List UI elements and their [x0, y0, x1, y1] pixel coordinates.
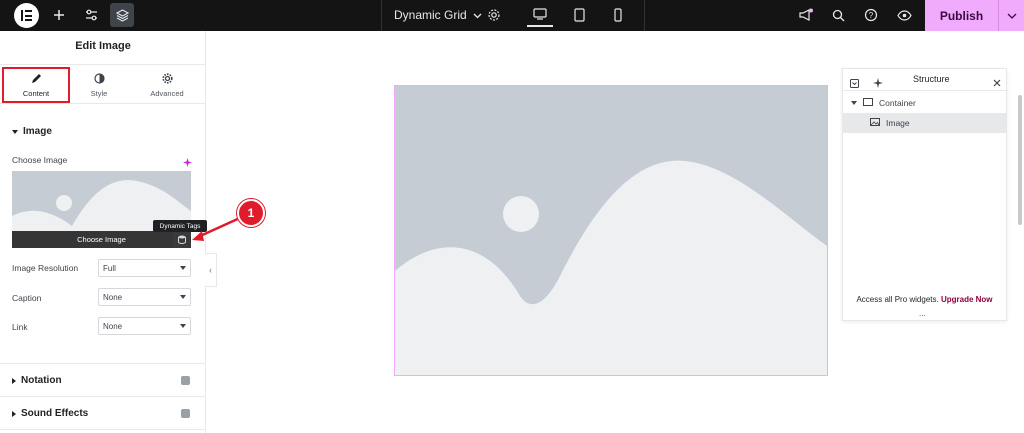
tablet-icon[interactable] — [566, 3, 592, 27]
tab-style[interactable]: Style — [65, 67, 133, 103]
tab-content-label: Content — [22, 88, 50, 98]
ai-sparkle-icon[interactable] — [183, 154, 192, 172]
settings-sliders-icon[interactable] — [79, 3, 103, 27]
section-notation-toggle[interactable]: Notation — [12, 375, 62, 386]
section-image-toggle[interactable]: Image — [12, 126, 52, 137]
divider — [0, 429, 206, 430]
publish-label: Publish — [939, 8, 984, 23]
mobile-icon[interactable] — [605, 3, 631, 27]
field-label: Image Resolution — [12, 263, 79, 273]
choose-image-button[interactable]: Choose Image — [12, 231, 191, 248]
dynamic-tags-icon — [181, 376, 190, 385]
caret-right-icon — [12, 410, 16, 417]
structure-footer: Access all Pro widgets. Upgrade Now — [843, 295, 1006, 304]
announcement-icon[interactable] — [793, 3, 817, 27]
document-bar: Dynamic Grid — [381, 0, 645, 31]
tab-advanced[interactable]: Advanced — [133, 67, 201, 103]
image-preview[interactable]: Choose Image — [12, 171, 191, 248]
contrast-icon — [93, 72, 105, 86]
svg-text:?: ? — [869, 11, 874, 20]
structure-title: Structure — [913, 74, 950, 84]
caption-select[interactable]: None — [98, 288, 191, 306]
more-handle[interactable]: ... — [919, 309, 926, 318]
section-image-title: Image — [23, 126, 52, 137]
chevron-left-icon: ‹ — [209, 265, 212, 275]
canvas-image-widget[interactable] — [394, 85, 828, 376]
preview-eye-icon[interactable] — [892, 3, 916, 27]
pencil-icon — [31, 73, 42, 86]
caret-right-icon — [12, 377, 16, 384]
dynamic-tags-button[interactable] — [173, 231, 191, 248]
publish-button[interactable]: Publish — [925, 0, 998, 31]
publish-options-button[interactable] — [998, 0, 1024, 31]
select-value: None — [103, 321, 123, 331]
section-sound-effects-toggle[interactable]: Sound Effects — [12, 408, 88, 419]
section-notation-title: Notation — [21, 375, 62, 386]
gear-icon — [161, 72, 173, 86]
choose-image-button-label: Choose Image — [77, 235, 126, 244]
field-label: Link — [12, 322, 28, 332]
elementor-logo-icon[interactable] — [14, 3, 39, 28]
top-bar: Dynamic Grid ? Publish — [0, 0, 1024, 31]
structure-item-container[interactable]: Container — [843, 93, 1006, 113]
structure-panel: Structure Container Image Access all Pro… — [842, 68, 1008, 321]
structure-item-label: Image — [886, 118, 910, 128]
footer-text: Access all Pro widgets. — [856, 295, 941, 304]
upgrade-now-link[interactable]: Upgrade Now — [941, 295, 993, 304]
caret-down-icon — [180, 266, 186, 270]
choose-image-label: Choose Image — [12, 155, 68, 165]
collapse-all-icon[interactable] — [850, 75, 859, 93]
select-value: None — [103, 292, 123, 302]
structure-item-image[interactable]: Image — [843, 113, 1006, 133]
collapse-panel-button[interactable]: ‹ — [205, 253, 217, 287]
document-title[interactable]: Dynamic Grid — [394, 8, 482, 22]
image-resolution-select[interactable]: Full — [98, 259, 191, 277]
panel-title: Edit Image — [75, 40, 131, 52]
tab-style-label: Style — [90, 88, 108, 98]
divider — [0, 363, 206, 364]
placeholder-image-icon — [395, 86, 827, 375]
container-icon — [863, 98, 873, 108]
add-icon[interactable] — [47, 3, 71, 27]
layers-icon[interactable] — [110, 3, 134, 27]
panel-tabs: Content Style Advanced — [0, 64, 206, 104]
link-select[interactable]: None — [98, 317, 191, 335]
caret-down-icon — [180, 295, 186, 299]
field-label: Caption — [12, 293, 42, 303]
tab-advanced-label: Advanced — [150, 88, 184, 98]
caret-down-icon — [851, 98, 857, 108]
document-title-text: Dynamic Grid — [394, 8, 467, 22]
help-icon[interactable]: ? — [859, 3, 883, 27]
database-icon — [178, 235, 186, 244]
structure-item-label: Container — [879, 98, 916, 108]
editor-panel: Edit Image Content Style Advanced Image … — [0, 31, 206, 433]
search-icon[interactable] — [826, 3, 850, 27]
caret-down-icon — [180, 324, 186, 328]
scrollbar[interactable] — [1018, 95, 1022, 225]
select-value: Full — [103, 263, 116, 273]
desktop-icon[interactable] — [527, 3, 553, 27]
section-sound-effects-title: Sound Effects — [21, 408, 89, 419]
close-icon[interactable] — [993, 74, 1001, 92]
image-icon — [870, 118, 880, 128]
dynamic-tags-icon — [181, 409, 190, 418]
gear-icon[interactable] — [482, 3, 506, 27]
structure-header: Structure — [843, 69, 1008, 91]
ai-sparkle-icon[interactable] — [873, 75, 883, 93]
divider — [0, 396, 206, 397]
chevron-down-icon — [473, 8, 482, 22]
tab-content[interactable]: Content — [2, 67, 70, 103]
annotation-marker: 1 — [237, 199, 265, 227]
caret-down-icon — [12, 129, 18, 134]
